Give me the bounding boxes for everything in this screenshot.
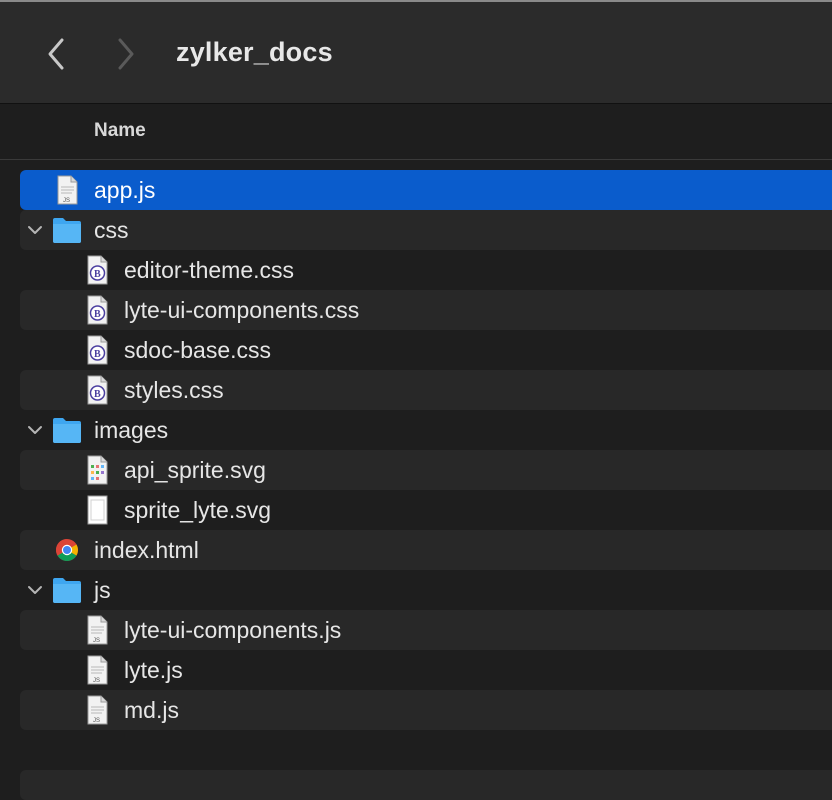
file-row[interactable]: JS lyte-ui-components.js [20, 610, 832, 650]
row-label: sprite_lyte.svg [124, 497, 272, 523]
chevron-left-icon [48, 38, 64, 70]
js-file-icon: JS [52, 174, 82, 206]
back-button[interactable] [38, 32, 74, 76]
row-label: index.html [94, 537, 199, 563]
folder-row[interactable]: css [20, 210, 832, 250]
file-row[interactable]: sprite_lyte.svg [20, 490, 832, 530]
file-row[interactable]: api_sprite.svg [20, 450, 832, 490]
folder-icon [52, 414, 82, 446]
svg-text:B: B [94, 269, 101, 280]
svg-text:JS: JS [63, 198, 70, 204]
forward-button[interactable] [108, 32, 144, 76]
css-file-icon: B [82, 254, 112, 286]
window-title: zylker_docs [176, 37, 333, 67]
folder-icon [52, 574, 82, 606]
css-file-icon: B [82, 334, 112, 366]
file-row[interactable]: Bstyles.css [20, 370, 832, 410]
row-label: js [94, 577, 111, 603]
css-file-icon: B [82, 294, 112, 326]
svg-text:B: B [94, 349, 101, 360]
js-file-icon: JS [82, 694, 112, 726]
chevron-down-icon[interactable] [26, 581, 44, 599]
row-label: editor-theme.css [124, 257, 295, 283]
svg-file-icon [82, 454, 112, 486]
chevron-down-icon[interactable] [26, 421, 44, 439]
folder-icon [52, 214, 82, 246]
row-label: md.js [124, 697, 179, 723]
js-file-icon: JS [82, 654, 112, 686]
row-label: sdoc-base.css [124, 337, 272, 363]
row-label: lyte-ui-components.css [124, 297, 360, 323]
chevron-right-icon [118, 38, 134, 70]
row-label: lyte-ui-components.js [124, 617, 342, 643]
file-row[interactable]: JS app.js [20, 170, 832, 210]
file-row[interactable]: index.html [20, 530, 832, 570]
svg-text:B: B [94, 389, 101, 400]
file-row[interactable]: JS lyte.js [20, 650, 832, 690]
name-column-header[interactable]: Name [94, 120, 146, 142]
chevron-down-icon[interactable] [26, 221, 44, 239]
folder-row[interactable]: images [20, 410, 832, 450]
row-label: app.js [94, 177, 156, 203]
js-file-icon: JS [82, 614, 112, 646]
svg-text:JS: JS [93, 678, 100, 684]
svg-text:JS: JS [93, 638, 100, 644]
column-header: Name [0, 104, 832, 160]
row-label: css [94, 217, 129, 243]
css-file-icon: B [82, 374, 112, 406]
chrome-html-icon [52, 534, 82, 566]
toolbar: zylker_docs [0, 0, 832, 104]
svg-text:JS: JS [93, 718, 100, 724]
file-row[interactable]: Blyte-ui-components.css [20, 290, 832, 330]
row-label: styles.css [124, 377, 224, 403]
row-label: lyte.js [124, 657, 183, 683]
svg-blank-file-icon [82, 494, 112, 526]
file-row[interactable]: JS md.js [20, 690, 832, 730]
file-row[interactable]: Bsdoc-base.css [20, 330, 832, 370]
folder-row[interactable]: js [20, 570, 832, 610]
file-row[interactable]: Beditor-theme.css [20, 250, 832, 290]
row-label: images [94, 417, 169, 443]
row-label: api_sprite.svg [124, 457, 266, 483]
svg-text:B: B [94, 309, 101, 320]
